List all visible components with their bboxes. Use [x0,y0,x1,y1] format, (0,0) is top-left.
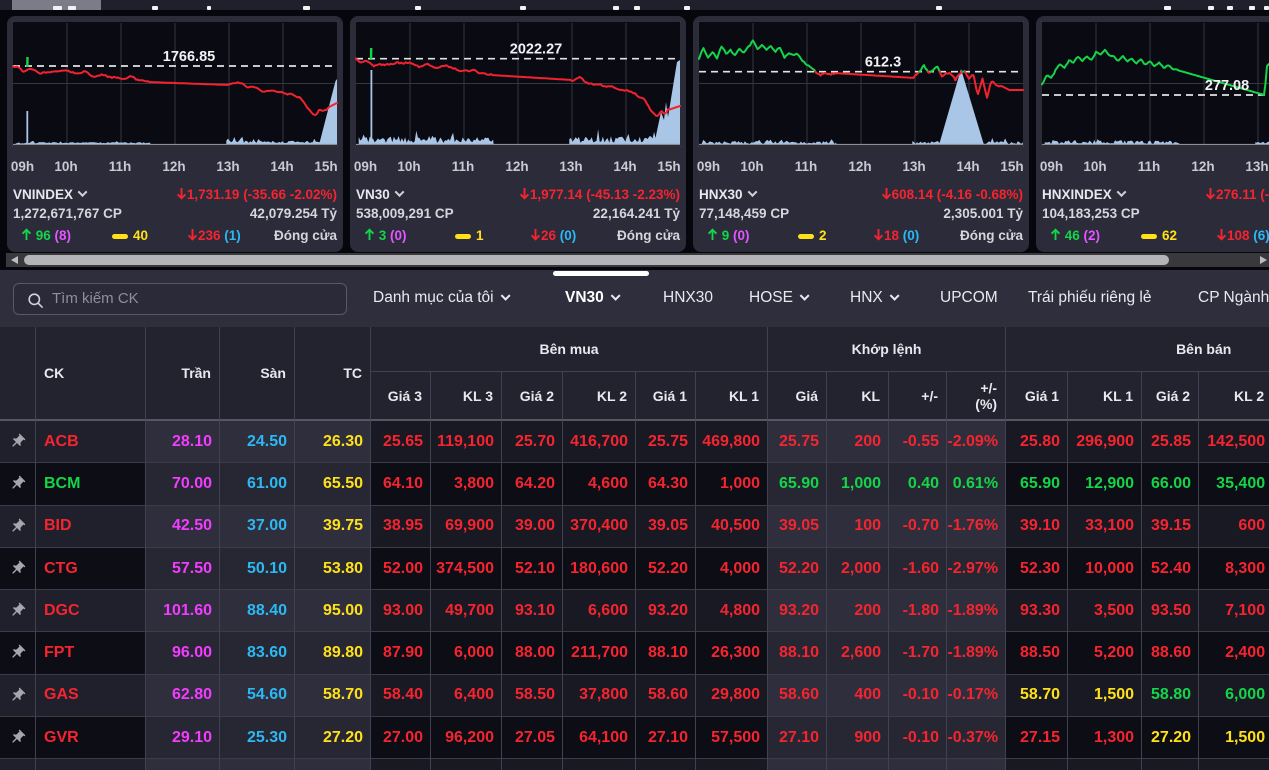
svg-text:277.08: 277.08 [1205,78,1249,94]
svg-text:2022.27: 2022.27 [510,42,562,58]
svg-text:1766.85: 1766.85 [163,49,215,65]
svg-text:612.3: 612.3 [865,55,901,71]
